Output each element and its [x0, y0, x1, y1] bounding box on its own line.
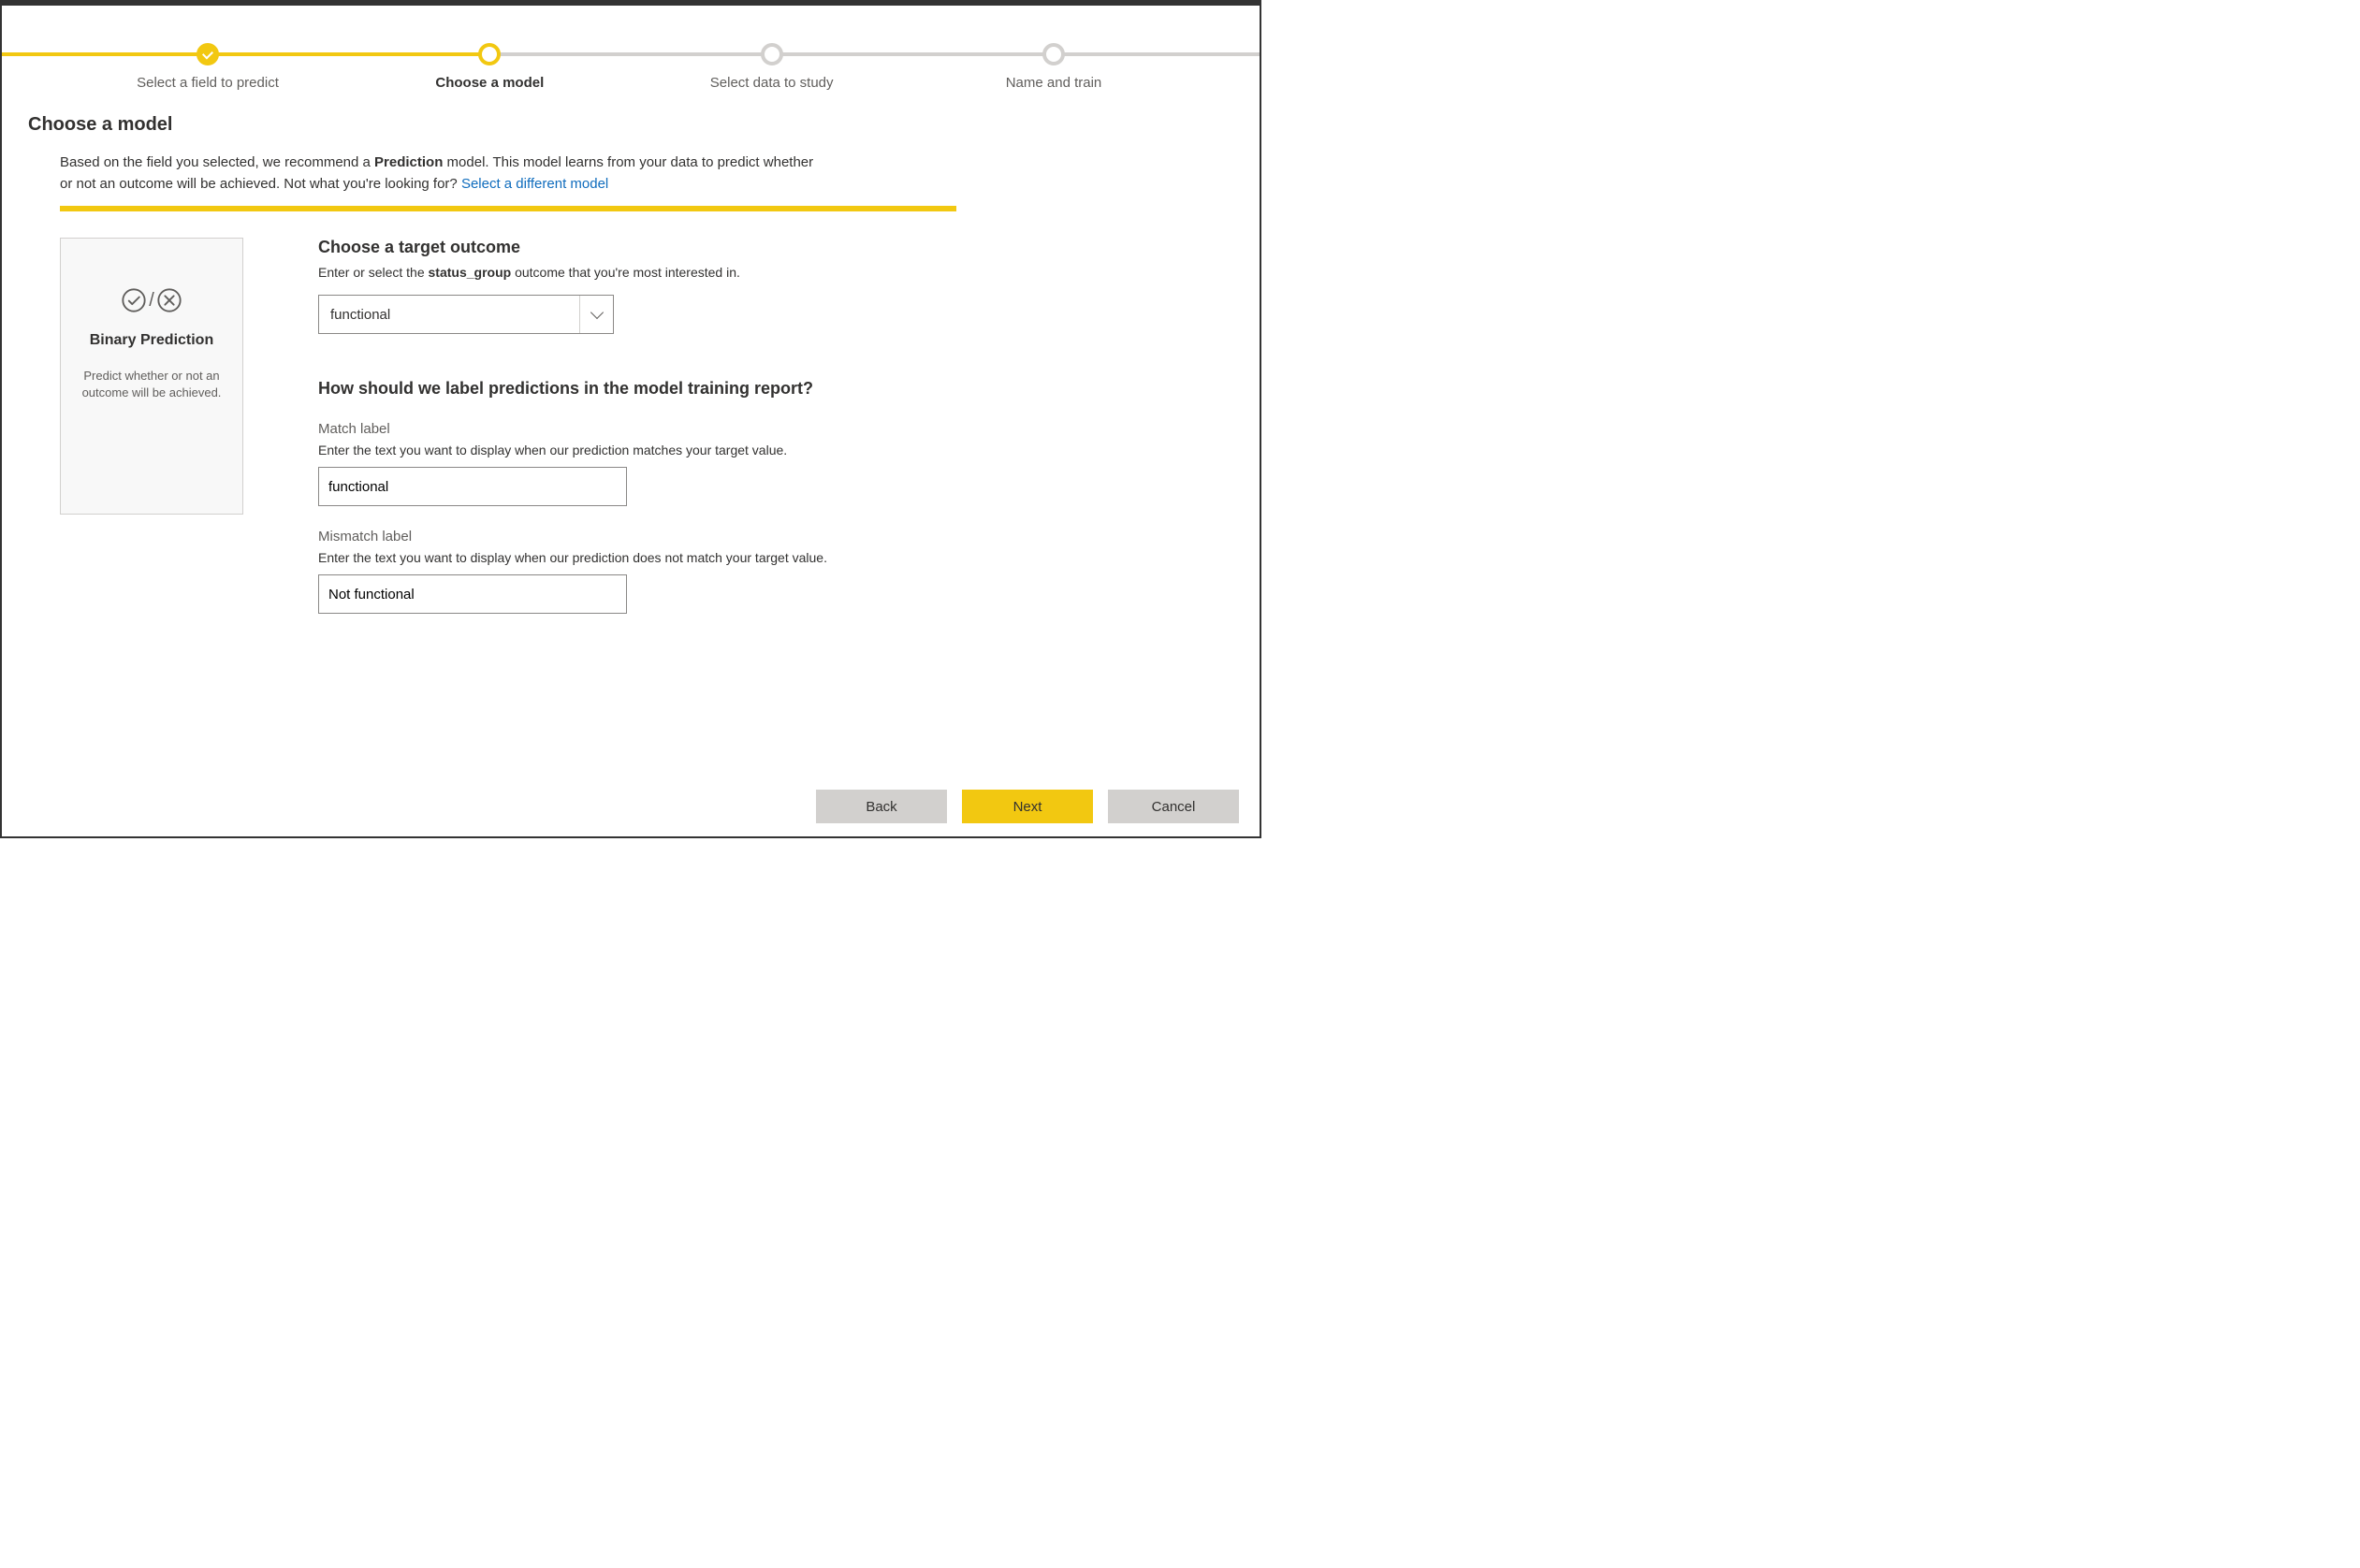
- step-1[interactable]: Select a field to predict: [114, 34, 301, 91]
- check-cross-icon: /: [72, 287, 231, 313]
- step-label: Select a field to predict: [137, 75, 279, 91]
- back-button[interactable]: Back: [816, 790, 947, 823]
- step-3[interactable]: Select data to study: [678, 34, 866, 91]
- mismatch-label-input[interactable]: [318, 574, 627, 614]
- wizard-dialog: Select a field to predict Choose a model…: [0, 0, 1261, 838]
- step-circle-done-icon: [197, 43, 219, 65]
- mismatch-label-desc: Enter the text you want to display when …: [318, 550, 954, 565]
- dropdown-value: functional: [330, 307, 390, 323]
- intro-prefix: Based on the field you selected, we reco…: [60, 154, 374, 170]
- cancel-button[interactable]: Cancel: [1108, 790, 1239, 823]
- mismatch-label-label: Mismatch label: [318, 529, 954, 544]
- page-title: Choose a model: [28, 114, 1233, 136]
- target-sub-pre: Enter or select the: [318, 265, 429, 280]
- card-desc: Predict whether or not an outcome will b…: [72, 368, 231, 401]
- target-sub-bold: status_group: [429, 265, 512, 280]
- form-column: Choose a target outcome Enter or select …: [318, 238, 954, 636]
- match-label-input[interactable]: [318, 467, 627, 506]
- select-different-model-link[interactable]: Select a different model: [461, 176, 608, 192]
- intro-text: Based on the field you selected, we reco…: [60, 152, 827, 195]
- intro-bold: Prediction: [374, 154, 443, 170]
- accent-bar: [60, 206, 956, 211]
- chevron-down-icon: [579, 296, 613, 333]
- target-outcome-heading: Choose a target outcome: [318, 238, 954, 257]
- model-card-binary-prediction[interactable]: / Binary Prediction Predict whether or n…: [60, 238, 243, 515]
- target-outcome-sub: Enter or select the status_group outcome…: [318, 265, 954, 280]
- labels-heading: How should we label predictions in the m…: [318, 379, 954, 399]
- step-circle-todo-icon: [1042, 43, 1065, 65]
- step-4[interactable]: Name and train: [960, 34, 1147, 91]
- step-2[interactable]: Choose a model: [396, 34, 583, 91]
- card-title: Binary Prediction: [72, 332, 231, 349]
- step-label: Choose a model: [435, 75, 544, 91]
- target-sub-post: outcome that you're most interested in.: [511, 265, 740, 280]
- target-outcome-dropdown[interactable]: functional: [318, 295, 614, 334]
- step-circle-current-icon: [478, 43, 501, 65]
- dialog-top-border: [2, 2, 1260, 6]
- step-label: Name and train: [1006, 75, 1102, 91]
- step-label: Select data to study: [710, 75, 834, 91]
- stepper: Select a field to predict Choose a model…: [2, 34, 1260, 109]
- match-label-desc: Enter the text you want to display when …: [318, 443, 954, 457]
- footer-buttons: Back Next Cancel: [816, 790, 1239, 823]
- step-circle-todo-icon: [761, 43, 783, 65]
- match-label-label: Match label: [318, 421, 954, 437]
- next-button[interactable]: Next: [962, 790, 1093, 823]
